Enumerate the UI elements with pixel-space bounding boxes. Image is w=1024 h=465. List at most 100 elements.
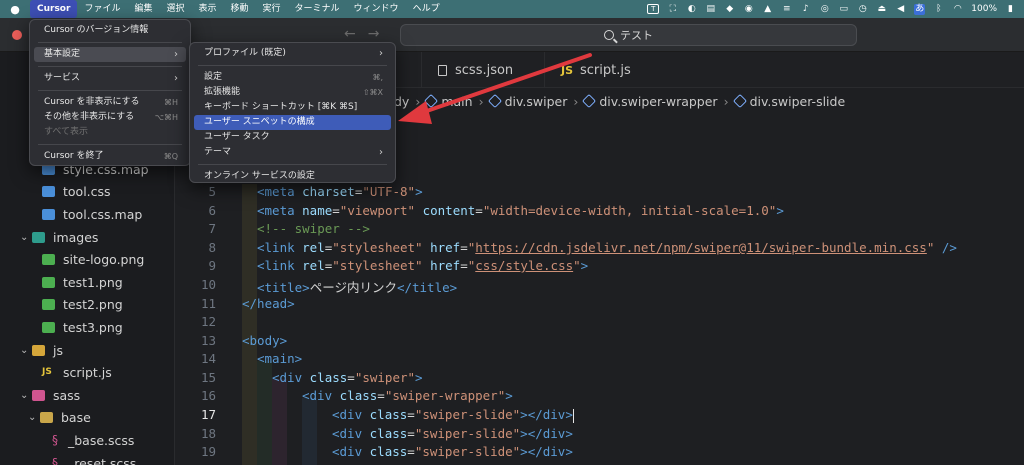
element-icon (424, 93, 439, 108)
tree-item[interactable]: site-logo.png (42, 248, 144, 270)
tree-folder[interactable]: ⌄ images (20, 226, 98, 248)
menu-view[interactable]: 表示 (191, 0, 223, 18)
tree-item[interactable]: tool.css (42, 180, 111, 202)
token: > (415, 184, 423, 199)
token[interactable]: css/style.css (475, 258, 573, 273)
ime-icon[interactable]: あ (914, 3, 926, 15)
menu-item-online-services[interactable]: オンライン サービスの設定 (194, 169, 391, 184)
forward-arrow-icon[interactable]: → (368, 26, 392, 42)
music-icon[interactable]: ♪ (800, 4, 811, 15)
preferences-submenu: プロファイル (既定) › 設定 ⌘, 拡張機能 ⇧⌘X キーボード ショートカット … (189, 42, 396, 183)
tree-item[interactable]: § _base.scss (52, 429, 134, 451)
scss-file-icon: § (52, 432, 58, 447)
tree-item-label: js (53, 342, 63, 358)
chevron-right-icon: › (174, 73, 178, 84)
moon-icon[interactable]: ◐ (686, 4, 697, 15)
code-line: 18 <div class="swiper-slide"></div> (176, 426, 1024, 445)
stack-icon[interactable]: ≡ (781, 4, 792, 15)
tree-item-label: _base.scss (68, 432, 135, 448)
menu-item-hide-others[interactable]: その他を非表示にする ⌥⌘H (34, 110, 186, 125)
tree-folder[interactable]: ⌄ sass (20, 384, 80, 406)
menu-help[interactable]: ヘルプ (406, 0, 447, 18)
menu-terminal[interactable]: ターミナル (288, 0, 347, 18)
tree-folder[interactable]: ⌄ base (28, 406, 91, 428)
tree-item[interactable]: JS script.js (42, 361, 112, 383)
close-window-icon[interactable] (12, 30, 22, 40)
menu-edit[interactable]: 編集 (127, 0, 159, 18)
tree-item[interactable]: test3.png (42, 316, 123, 338)
token: "viewport" (339, 203, 416, 218)
token: = (332, 203, 340, 218)
history-icon[interactable]: ◷ (857, 4, 868, 15)
token: = (377, 388, 385, 403)
hat-icon[interactable]: ▲ (762, 4, 773, 15)
menu-item-about[interactable]: Cursor のバージョン情報 (34, 23, 186, 38)
volume-icon[interactable]: ◀ (895, 4, 906, 15)
menu-item-quit[interactable]: Cursor を終了 ⌘Q (34, 149, 186, 164)
tree-item[interactable]: test1.png (42, 271, 123, 293)
bluetooth-icon[interactable]: ᛒ (933, 4, 944, 15)
tab-script-js[interactable]: JS script.js (544, 52, 647, 88)
menu-cursor[interactable]: Cursor (30, 0, 78, 18)
breadcrumb-item[interactable]: div.swiper (487, 93, 567, 109)
tab-label: scss.json (455, 62, 514, 78)
wifi-icon[interactable]: ◠ (952, 4, 963, 15)
image-file-icon (42, 276, 55, 288)
breadcrumb-item[interactable]: div.swiper-slide (732, 93, 845, 109)
menu-file[interactable]: ファイル (77, 0, 127, 18)
clipboard-icon[interactable]: ▤ (705, 4, 716, 15)
menu-item-services[interactable]: サービス › (34, 71, 186, 86)
token: charset (302, 184, 355, 199)
text-input-icon[interactable]: T (647, 4, 660, 14)
tree-item-label: test2.png (63, 296, 123, 312)
breadcrumb-item[interactable]: div.swiper-wrapper (582, 93, 718, 109)
breadcrumb-item[interactable]: dy (394, 94, 409, 109)
screenshot-icon[interactable]: ⛶ (667, 4, 678, 15)
breadcrumb-item[interactable]: main (424, 93, 473, 109)
tree-item[interactable]: test2.png (42, 293, 123, 315)
token: <div (272, 370, 310, 385)
menu-item-hide[interactable]: Cursor を非表示にする ⌘H (34, 95, 186, 110)
token[interactable]: https://cdn.jsdelivr.net/npm/swiper@11/s… (475, 240, 927, 255)
menu-item-extensions[interactable]: 拡張機能 ⇧⌘X (194, 85, 391, 100)
menu-item-user-tasks[interactable]: ユーザー タスク (194, 130, 391, 145)
tree-item[interactable]: § _reset.scss (52, 452, 136, 465)
chevron-down-icon: ⌄ (20, 344, 29, 356)
back-arrow-icon[interactable]: ← (344, 26, 368, 42)
token: href (422, 258, 461, 273)
menu-item-keyboard-shortcuts[interactable]: キーボード ショートカット [⌘K ⌘S] (194, 100, 391, 115)
battery-icon[interactable]: ▮ (1005, 4, 1016, 15)
chevron-down-icon: ⌄ (20, 231, 29, 243)
menu-window[interactable]: ウィンドウ (347, 0, 406, 18)
command-center-search[interactable]: テスト (400, 24, 857, 46)
token: </title> (396, 280, 458, 295)
menu-item-preferences[interactable]: 基本設定 › (34, 47, 186, 62)
color-picker-icon[interactable]: ◉ (743, 4, 754, 15)
tree-folder[interactable]: ⌄ js (20, 339, 63, 361)
eject-icon[interactable]: ⏏ (876, 4, 887, 15)
battery-level[interactable]: 100% (971, 4, 997, 14)
token: > (505, 388, 513, 403)
token: <link (257, 258, 303, 273)
code-line: 14 <main> (176, 351, 1024, 370)
token: <body> (242, 333, 288, 348)
token: <main> (257, 351, 303, 366)
token: = (407, 426, 415, 441)
apple-menu-icon[interactable]: ● (0, 3, 30, 16)
menu-item-configure-snippets[interactable]: ユーザー スニペットの構成 (194, 115, 391, 130)
tree-item-label: script.js (63, 364, 112, 380)
network-icon[interactable]: ◎ (819, 4, 830, 15)
menu-item-profile[interactable]: プロファイル (既定) › (194, 46, 391, 61)
fox-icon[interactable]: ◆ (724, 4, 735, 15)
token: "swiper" (354, 370, 416, 385)
tab-scss-json[interactable]: scss.json (421, 52, 529, 88)
menu-go[interactable]: 移動 (224, 0, 256, 18)
tree-item[interactable]: tool.css.map (42, 203, 142, 225)
menu-item-themes[interactable]: テーマ › (194, 145, 391, 160)
menu-selection[interactable]: 選択 (159, 0, 191, 18)
display-icon[interactable]: ▭ (838, 4, 849, 15)
js-file-icon: JS (42, 367, 52, 377)
breadcrumb-label: div.swiper-wrapper (599, 93, 718, 109)
menu-run[interactable]: 実行 (256, 0, 288, 18)
menu-item-settings[interactable]: 設定 ⌘, (194, 70, 391, 85)
